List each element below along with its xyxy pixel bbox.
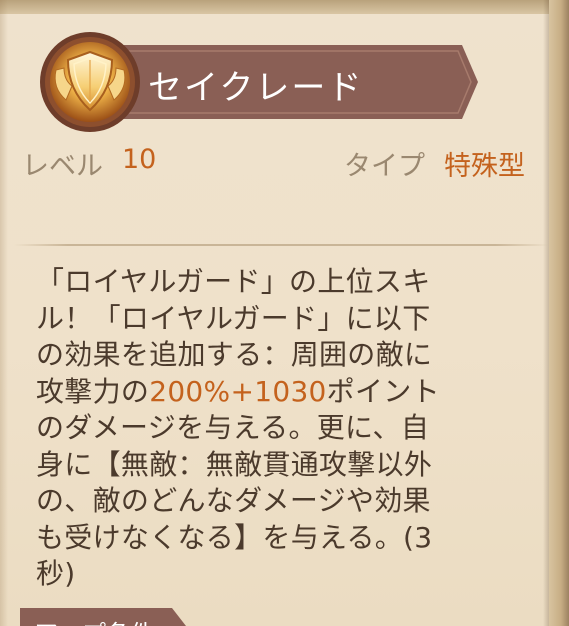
description-line: も受けなくなる】を与える。(3: [36, 520, 433, 554]
skill-description: 「ロイヤルガード」の上位スキ ル！「ロイヤルガード」に以下 の効果を追加する：周…: [36, 264, 472, 593]
skill-detail-panel: セイクレード レベル 10 タイプ 特殊型 「ロイヤルガード」の上位スキ ル！「…: [0, 0, 569, 626]
page-edge-left: [0, 0, 8, 626]
type-label: タイプ: [344, 151, 425, 182]
description-line: 秒): [36, 557, 76, 590]
book-edge-right: [549, 0, 569, 626]
skill-name: セイクレード: [148, 68, 364, 108]
description-line: の、敵のどんなダメージや効果: [36, 484, 431, 517]
description-line: 攻撃力の200%+1030ポイント: [36, 374, 472, 411]
damage-value: 200%+1030: [149, 374, 327, 408]
section-divider: [14, 244, 549, 246]
background-map-strip: [0, 0, 569, 14]
golden-shield-icon: [38, 30, 142, 134]
type-value: 特殊型: [444, 151, 525, 182]
description-line: 「ロイヤルガード」の上位スキ: [36, 265, 431, 298]
upgrade-condition-label: アップ条件: [34, 614, 154, 626]
description-line: 身に【無敵：無敵貫通攻撃以外: [36, 447, 433, 481]
level-value: 10: [122, 144, 157, 175]
description-line: のダメージを与える。更に、自: [36, 411, 430, 444]
description-text: 攻撃力の: [36, 374, 150, 408]
level-label: レベル: [22, 151, 103, 182]
description-text: ポイント: [326, 374, 440, 408]
description-line: の効果を追加する：周囲の敵に: [36, 338, 433, 371]
description-line: ル！「ロイヤルガード」に以下: [36, 301, 431, 335]
